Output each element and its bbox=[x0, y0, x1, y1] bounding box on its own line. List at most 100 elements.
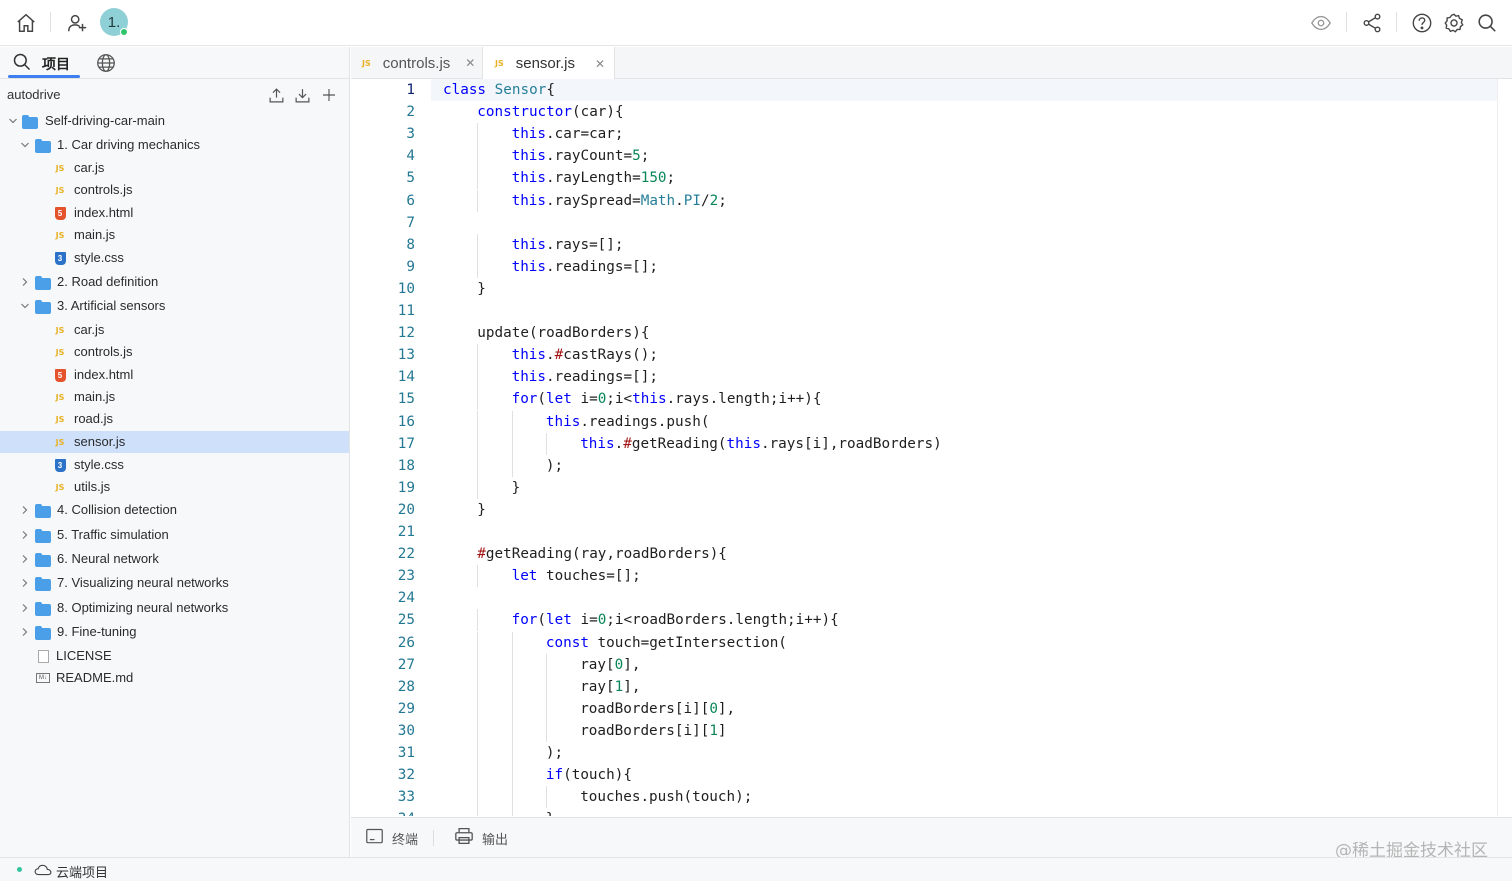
tree-file[interactable]: JS controls.js bbox=[0, 341, 349, 363]
chevron-right-icon[interactable] bbox=[20, 277, 30, 287]
globe-icon[interactable] bbox=[95, 52, 117, 78]
tree-file[interactable]: 5 index.html bbox=[0, 364, 349, 386]
chevron-right-icon[interactable] bbox=[20, 578, 30, 588]
folder-icon bbox=[35, 626, 51, 641]
output-label: 输出 bbox=[482, 832, 509, 848]
code-text: for(let i=0;i<this.rays.length;i++){ bbox=[511, 391, 822, 408]
js-file-icon: JS bbox=[55, 163, 65, 173]
indent-guide bbox=[477, 344, 479, 367]
upload-icon[interactable] bbox=[267, 86, 285, 104]
connection-status-dot bbox=[17, 867, 22, 872]
eye-icon[interactable] bbox=[1308, 10, 1334, 36]
tree-folder[interactable]: 1. Car driving mechanics bbox=[0, 134, 349, 156]
tree-folder[interactable]: 9. Fine-tuning bbox=[0, 621, 349, 643]
code-editor[interactable]: 1 class Sensor{2 constructor(car){3 this.ca… bbox=[351, 79, 1512, 816]
help-icon[interactable] bbox=[1409, 10, 1435, 36]
indent-guide bbox=[511, 675, 513, 698]
code-line: 31); bbox=[351, 742, 1497, 764]
line-number: 15 bbox=[397, 391, 415, 408]
home-icon[interactable] bbox=[13, 10, 39, 36]
tree-file[interactable]: JS car.js bbox=[0, 157, 349, 179]
tree-item-label: main.js bbox=[74, 227, 116, 242]
add-user-icon[interactable] bbox=[64, 10, 90, 36]
code-text: touches.push(touch); bbox=[580, 789, 753, 806]
tree-file[interactable]: LICENSE bbox=[0, 645, 349, 667]
vertical-scrollbar[interactable] bbox=[1497, 79, 1512, 816]
css-file-icon: 3 bbox=[52, 458, 68, 472]
chevron-down-icon[interactable] bbox=[20, 301, 30, 311]
css-file-icon: 3 bbox=[52, 251, 68, 265]
line-number: 31 bbox=[397, 745, 415, 761]
indent-guide bbox=[477, 410, 479, 433]
tree-item-label: controls.js bbox=[74, 182, 133, 197]
plus-icon[interactable] bbox=[320, 86, 338, 104]
js-file-icon: JS bbox=[55, 347, 65, 357]
active-tab-indicator bbox=[8, 75, 80, 78]
code-text: if(touch){ bbox=[545, 767, 632, 784]
code-text: } bbox=[546, 808, 555, 816]
close-icon[interactable]: ✕ bbox=[465, 56, 475, 70]
tree-file[interactable]: JS utils.js bbox=[0, 476, 349, 498]
chevron-right-icon[interactable] bbox=[20, 505, 30, 515]
code-text: constructor(car){ bbox=[477, 104, 624, 121]
code-line: 9 this.readings=[]; bbox=[351, 255, 1497, 278]
tree-folder[interactable]: Self-driving-car-main bbox=[0, 110, 349, 132]
code-text: ray[1], bbox=[580, 678, 641, 695]
js-file-icon: JS bbox=[55, 185, 65, 195]
chevron-right-icon[interactable] bbox=[20, 603, 30, 613]
tab-label: controls.js bbox=[382, 54, 451, 72]
code-text: this.rayCount=5; bbox=[511, 148, 650, 165]
code-line: 6 this.raySpread=Math.PI/2; bbox=[351, 189, 1497, 212]
code-line: 33 touches.push(touch); bbox=[351, 786, 1497, 809]
chevron-down-icon[interactable] bbox=[20, 140, 30, 150]
share-icon[interactable] bbox=[1359, 10, 1385, 36]
tree-file[interactable]: 3 style.css bbox=[0, 247, 349, 269]
top-bar: 1. bbox=[0, 0, 1512, 46]
code-text: this.car=car; bbox=[511, 126, 624, 143]
code-line: 4 this.rayCount=5; bbox=[351, 145, 1497, 168]
avatar-initial: 1. bbox=[107, 13, 121, 31]
tree-file[interactable]: JS main.js bbox=[0, 224, 349, 246]
editor-tabs: JS controls.js ✕ JS sensor.js ✕ bbox=[351, 47, 1512, 80]
status-bar: 云端项目 bbox=[0, 857, 1512, 881]
chevron-down-icon[interactable] bbox=[8, 116, 18, 126]
tree-file[interactable]: M↓ README.md bbox=[0, 667, 349, 689]
tree-file[interactable]: JS road.js bbox=[0, 408, 349, 430]
tree-file[interactable]: JS controls.js bbox=[0, 179, 349, 201]
tree-file[interactable]: 3 style.css bbox=[0, 454, 349, 476]
indent-guide bbox=[511, 808, 513, 816]
tree-folder[interactable]: 8. Optimizing neural networks bbox=[0, 597, 349, 619]
chevron-right-icon[interactable] bbox=[20, 530, 30, 540]
tree-file[interactable]: JS car.js bbox=[0, 319, 349, 341]
tree-file[interactable]: 5 index.html bbox=[0, 202, 349, 224]
cloud-project-label[interactable]: 云端项目 bbox=[56, 862, 108, 881]
tab-controls-js[interactable]: JS controls.js ✕ bbox=[360, 47, 482, 79]
terminal-button[interactable]: 终端 bbox=[365, 828, 418, 848]
output-button[interactable]: 输出 bbox=[454, 827, 509, 848]
line-number: 2 bbox=[406, 104, 415, 121]
tree-folder[interactable]: 4. Collision detection bbox=[0, 499, 349, 521]
chevron-right-icon[interactable] bbox=[20, 554, 30, 564]
tree-folder[interactable]: 2. Road definition bbox=[0, 271, 349, 293]
tab-sensor-js[interactable]: JS sensor.js ✕ bbox=[482, 47, 615, 80]
chevron-right-icon[interactable] bbox=[20, 627, 30, 637]
search-icon[interactable] bbox=[1474, 10, 1500, 36]
tree-folder[interactable]: 7. Visualizing neural networks bbox=[0, 572, 349, 594]
tree-folder[interactable]: 5. Traffic simulation bbox=[0, 524, 349, 546]
code-line: 5 this.rayLength=150; bbox=[351, 167, 1497, 190]
tab-project[interactable]: 项目 bbox=[12, 51, 80, 77]
tree-file[interactable]: JS sensor.js bbox=[0, 431, 349, 453]
download-icon[interactable] bbox=[293, 86, 311, 104]
gear-icon[interactable] bbox=[1441, 10, 1467, 36]
tab-label: sensor.js bbox=[515, 55, 575, 72]
toolbar-divider bbox=[1346, 12, 1347, 32]
code-line: 15 for(let i=0;i<this.rays.length;i++){ bbox=[351, 388, 1497, 411]
tree-folder[interactable]: 6. Neural network bbox=[0, 548, 349, 570]
indent-guide bbox=[477, 454, 479, 477]
close-icon[interactable]: ✕ bbox=[595, 57, 605, 71]
line-number: 20 bbox=[397, 501, 415, 518]
tree-item-label: main.js bbox=[74, 389, 116, 404]
tree-folder[interactable]: 3. Artificial sensors bbox=[0, 295, 349, 317]
code-text: this.rayLength=150; bbox=[511, 170, 676, 187]
tree-file[interactable]: JS main.js bbox=[0, 386, 349, 408]
